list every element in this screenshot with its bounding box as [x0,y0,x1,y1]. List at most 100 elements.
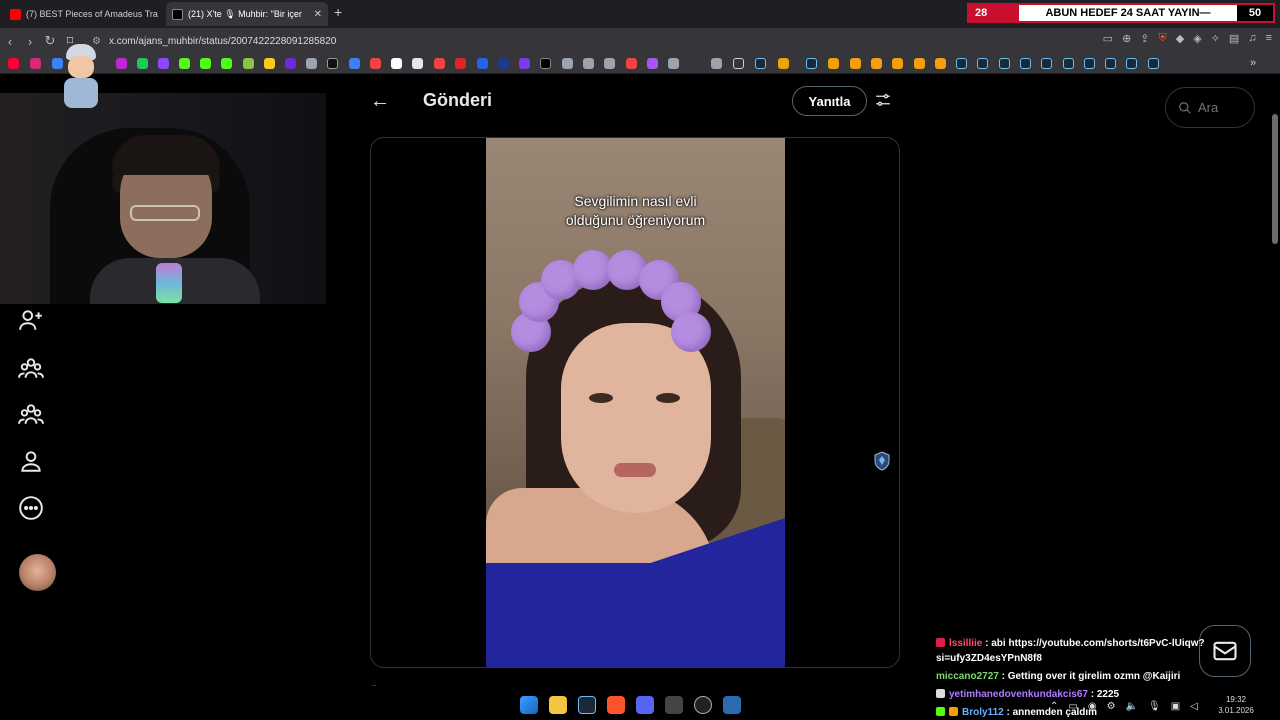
bookmark-icon[interactable] [498,58,509,69]
extensions-menu-icon[interactable]: ✧ [1211,32,1220,45]
share-icon[interactable]: ⇪ [1140,32,1149,45]
bookmark-icon[interactable] [540,58,551,69]
steam-icon[interactable] [578,696,596,714]
app-icon[interactable] [723,696,741,714]
app-tray-icon[interactable]: ◉ [1088,701,1097,712]
bookmark-icon[interactable] [30,58,41,69]
bookmark-icon[interactable] [137,58,148,69]
bookmark-icon[interactable] [370,58,381,69]
bookmark-icon[interactable] [626,58,637,69]
bookmark-icon[interactable] [412,58,423,69]
back-icon[interactable]: ‹ [0,34,20,49]
menu-icon[interactable]: ≡ [1266,32,1272,45]
steam-icon[interactable] [1148,58,1159,69]
bookmark-icon[interactable] [221,58,232,69]
bookmark-icon[interactable] [604,58,615,69]
brave-browser-icon[interactable] [607,696,625,714]
communities-icon[interactable] [18,401,44,427]
bookmark-icon[interactable] [264,58,275,69]
bookmark-icon[interactable] [778,58,789,69]
steam-icon[interactable] [977,58,988,69]
chevron-up-icon[interactable]: ⌃ [1050,701,1058,712]
post-media-card[interactable]: Sevgilimin nasıl evli olduğunu öğreniyor… [370,137,900,668]
bookmark-icon[interactable] [455,58,466,69]
bookmark-icon[interactable] [668,58,679,69]
steam-icon[interactable] [755,58,766,69]
bookmark-icon[interactable] [935,58,946,69]
bookmark-icon[interactable] [519,58,530,69]
address-bar[interactable]: ⚙ x.com/ajans_muhbir/status/200742222809… [92,31,972,51]
bookmark-icon[interactable] [8,58,19,69]
bookmark-icon[interactable] [327,58,338,69]
more-bookmarks-icon[interactable]: » [1250,58,1261,69]
scrollbar[interactable] [1270,74,1280,720]
bookmark-icon[interactable] [243,58,254,69]
extension-icon[interactable]: ◈ [1193,32,1201,45]
bookmark-icon[interactable] [434,58,445,69]
steam-icon[interactable] [1041,58,1052,69]
bookmark-icon[interactable] [477,58,488,69]
extension-icon[interactable]: ◆ [1176,32,1184,45]
more-icon[interactable] [18,495,44,521]
steam-icon[interactable] [806,58,817,69]
media-icon[interactable]: ♫ [1248,32,1256,45]
app-tray-icon[interactable]: ▭ [1068,701,1077,712]
bookmark-icon[interactable] [200,58,211,69]
steam-icon[interactable] [999,58,1010,69]
forward-icon[interactable]: › [20,34,40,49]
bookmark-icon[interactable] [391,58,402,69]
communities-icon[interactable] [18,355,44,381]
microphone-icon[interactable]: 🎙 [1148,701,1161,712]
steam-icon[interactable] [1105,58,1116,69]
tab-x-post[interactable]: (21) X'te 🎙 Muhbir: "Bir içer ✕ [166,2,328,26]
bookmark-icon[interactable] [349,58,360,69]
bookmark-icon[interactable] [871,58,882,69]
new-tab-button[interactable]: + [334,4,342,20]
steam-icon[interactable] [1063,58,1074,69]
steam-icon[interactable] [1084,58,1095,69]
bookmark-icon[interactable] [285,58,296,69]
tab-youtube[interactable]: (7) BEST Pieces of Amadeus Travis Sc [4,2,164,26]
file-explorer-icon[interactable] [549,696,567,714]
search-input[interactable]: Ara [1165,87,1255,128]
volume-icon[interactable]: 🔈 [1126,701,1138,712]
messages-button[interactable] [1199,625,1251,677]
windows-start-icon[interactable] [520,696,538,714]
scrollbar-thumb[interactable] [1272,114,1278,244]
bookmark-icon[interactable] [306,58,317,69]
video-player[interactable]: Sevgilimin nasıl evli olduğunu öğreniyor… [486,138,785,667]
bookmark-icon[interactable] [711,58,722,69]
sidebar-icon[interactable]: ▤ [1229,32,1239,45]
steam-icon[interactable] [1126,58,1137,69]
bookmark-icon[interactable] [562,58,573,69]
bookmark-icon[interactable] [647,58,658,69]
bookmark-icon[interactable] [828,58,839,69]
filter-settings-icon[interactable] [874,91,892,109]
zoom-icon[interactable]: ⊕ [1122,32,1131,45]
obs-icon[interactable] [694,696,712,714]
close-tab-icon[interactable]: ✕ [314,9,322,20]
app-icon[interactable] [665,696,683,714]
follow-icon[interactable] [18,307,44,333]
folder-icon[interactable] [733,58,744,69]
reply-button[interactable]: Yanıtla [792,86,867,116]
bookmark-icon[interactable] [583,58,594,69]
cast-icon[interactable]: ▭ [1103,32,1113,45]
network-icon[interactable]: ▣ [1171,701,1180,712]
app-tray-icon[interactable]: ⚙ [1107,701,1116,712]
steam-icon[interactable] [1020,58,1031,69]
discord-icon[interactable] [636,696,654,714]
steam-icon[interactable] [956,58,967,69]
bookmark-icon[interactable] [892,58,903,69]
shield-icon[interactable] [874,451,890,471]
bookmark-icon[interactable] [914,58,925,69]
speaker-icon[interactable]: ◁ [1190,701,1198,712]
bookmark-icon[interactable] [850,58,861,69]
bookmark-icon[interactable] [179,58,190,69]
bookmark-icon[interactable] [158,58,169,69]
brave-shield-icon[interactable]: ⛨ [1159,32,1167,45]
reload-icon[interactable]: ↻ [40,33,60,49]
profile-icon[interactable] [18,448,44,474]
system-clock[interactable]: 19:32 3.01.2026 [1212,694,1260,716]
account-avatar[interactable] [19,554,56,591]
